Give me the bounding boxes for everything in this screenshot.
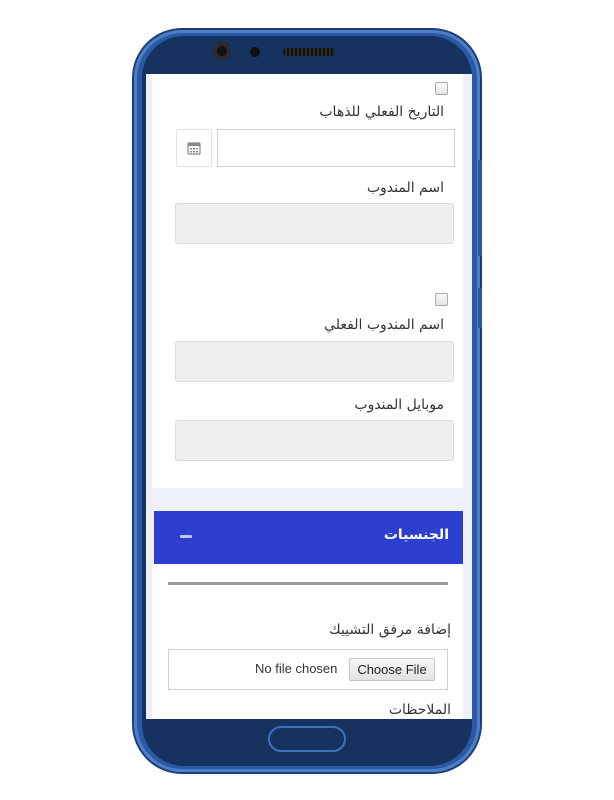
sensor-icon — [250, 47, 260, 57]
representative-name-field[interactable] — [175, 203, 454, 244]
attachment-card: إضافة مرفق التشييك No file chosen Choose… — [152, 564, 463, 719]
representative-name-label: اسم المندوب — [366, 180, 444, 196]
actual-representative-checkbox[interactable] — [435, 293, 448, 306]
volume-button — [478, 160, 482, 256]
actual-date-checkbox[interactable] — [435, 82, 448, 95]
front-camera-icon — [213, 42, 231, 60]
choose-file-button[interactable]: Choose File — [349, 658, 435, 681]
power-button — [478, 288, 482, 328]
file-input[interactable]: No file chosen Choose File — [168, 649, 448, 690]
earpiece-speaker — [283, 48, 335, 56]
notes-label: الملاحظات — [388, 702, 451, 718]
screen: التاريخ الفعلي للذهاب اسم المندوب اسم ال… — [146, 74, 472, 719]
representative-mobile-field[interactable] — [175, 420, 454, 461]
representative-mobile-label: موبايل المندوب — [354, 397, 444, 413]
minus-icon[interactable] — [180, 535, 192, 538]
actual-date-input[interactable] — [217, 129, 455, 167]
actual-representative-name-label: اسم المندوب الفعلي — [324, 317, 444, 333]
file-status: No file chosen — [255, 661, 338, 676]
actual-date-label: التاريخ الفعلي للذهاب — [319, 104, 444, 120]
calendar-button[interactable] — [176, 129, 212, 167]
form-card: التاريخ الفعلي للذهاب اسم المندوب اسم ال… — [152, 74, 463, 488]
attachment-label: إضافة مرفق التشييك — [329, 622, 451, 638]
actual-representative-name-field[interactable] — [175, 341, 454, 382]
calendar-icon — [187, 142, 201, 155]
nationalities-section-header[interactable]: الجنسيات — [154, 511, 463, 564]
section-title: الجنسيات — [383, 527, 449, 543]
home-button[interactable] — [268, 726, 346, 752]
divider — [168, 582, 448, 585]
